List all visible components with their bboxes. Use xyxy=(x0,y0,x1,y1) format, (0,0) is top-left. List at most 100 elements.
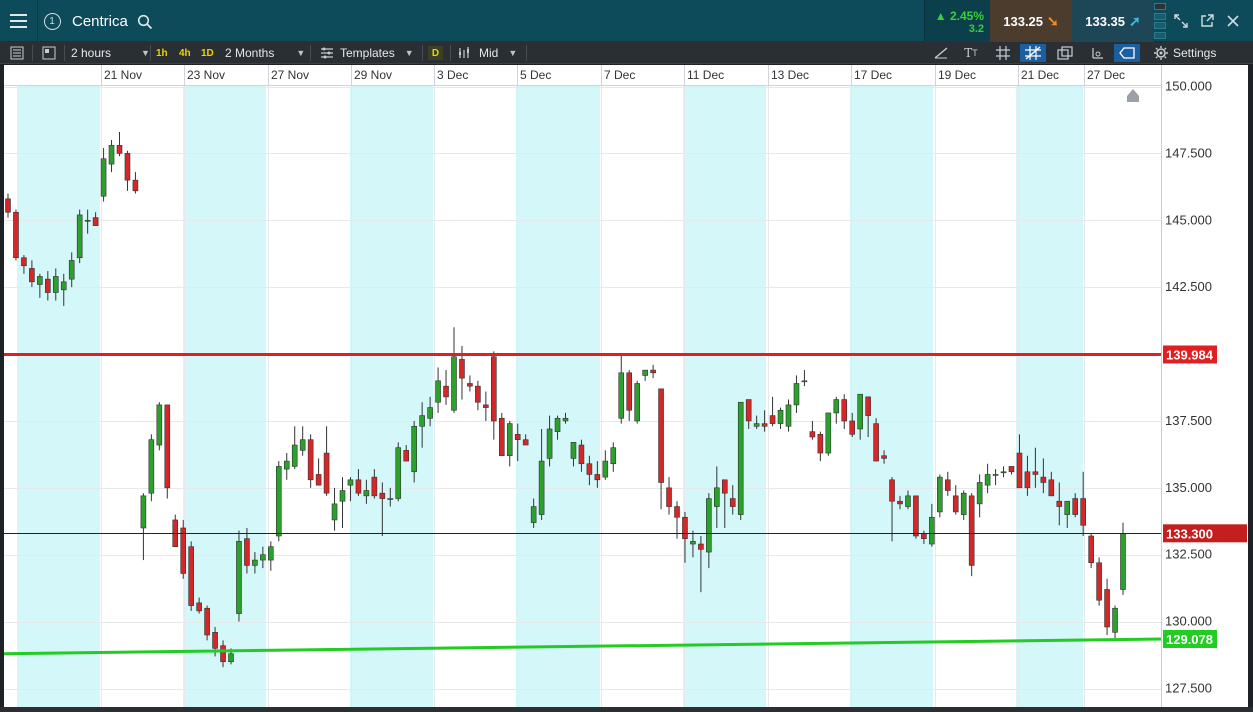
candle-down xyxy=(1032,471,1039,475)
candle-down xyxy=(1096,562,1102,601)
candle-down xyxy=(1072,498,1079,515)
date-tick-label: 13 Dec xyxy=(771,68,809,82)
compare-icon[interactable] xyxy=(1052,44,1078,62)
candle-down xyxy=(626,372,633,411)
chart-toolbar: 2 hours ▼ 1h 4h 1D 2 Months ▼ Templates … xyxy=(0,42,1253,64)
candle-up xyxy=(1120,533,1126,590)
candle-up xyxy=(642,369,648,376)
text-tool-icon[interactable]: TT xyxy=(958,44,984,62)
candle-down xyxy=(1080,498,1086,526)
candle-down xyxy=(124,153,131,181)
settings-button[interactable]: Settings xyxy=(1173,42,1216,64)
candle-up xyxy=(825,412,832,454)
popout-icon[interactable] xyxy=(1196,10,1218,32)
candle-up xyxy=(929,516,935,545)
candle-down xyxy=(116,145,123,154)
candle-down xyxy=(188,546,194,606)
buy-price: 133.35 xyxy=(1085,13,1126,29)
price-type-selector[interactable]: Mid ▼ xyxy=(479,42,517,64)
layout-icon[interactable] xyxy=(36,44,62,62)
candle-down xyxy=(817,434,824,454)
candle-up xyxy=(347,479,354,486)
candle-up xyxy=(84,219,91,222)
close-icon[interactable] xyxy=(1222,10,1244,32)
date-tick-label: 5 Dec xyxy=(520,68,551,82)
candle-up xyxy=(419,415,425,427)
candle-down xyxy=(1040,476,1047,483)
date-tick-label: 3 Dec xyxy=(437,68,468,82)
candle-up xyxy=(506,423,513,457)
candle-down xyxy=(1024,471,1031,489)
candle-down xyxy=(873,423,879,462)
candle-up xyxy=(100,158,107,197)
buy-price-button[interactable]: 133.35 ➚ xyxy=(1072,0,1154,42)
sell-arrow-icon: ➘ xyxy=(1047,12,1059,29)
candle-up xyxy=(562,417,569,422)
candle-down xyxy=(889,479,895,502)
price-tick-label: 130.000 xyxy=(1165,614,1212,629)
candle-up xyxy=(570,442,577,459)
workspace-button[interactable]: 1 xyxy=(38,0,66,42)
candle-up xyxy=(451,356,457,411)
change-percent: ▲ 2.45% xyxy=(934,9,984,23)
non-trading-band xyxy=(1016,85,1083,708)
candle-up xyxy=(60,281,67,291)
sell-price: 133.25 xyxy=(1003,13,1044,29)
candle-down xyxy=(403,450,410,462)
candle-down xyxy=(29,268,35,283)
candle-down xyxy=(952,495,959,513)
candle-down xyxy=(841,399,848,422)
range-selector[interactable]: 2 Months ▼ xyxy=(225,42,305,64)
templates-dropdown[interactable]: Templates ▼ xyxy=(340,42,414,64)
chevron-down-icon: ▼ xyxy=(141,48,150,58)
price-chart[interactable]: 21 Nov 23 Nov 27 Nov 29 Nov 3 Dec 5 Dec 7 Dec 1… xyxy=(4,65,1248,708)
price-tick-label: 135.000 xyxy=(1165,480,1212,495)
date-tick-label: 19 Dec xyxy=(938,68,976,82)
candle-down xyxy=(1016,452,1023,489)
date-tick-label: 29 Nov xyxy=(354,68,392,82)
candle-up xyxy=(690,541,696,545)
candle-down xyxy=(944,479,951,491)
candle-up xyxy=(1112,607,1118,633)
date-tick-label: 23 Nov xyxy=(187,68,225,82)
candle-down xyxy=(204,607,210,636)
search-icon[interactable] xyxy=(137,14,153,30)
non-trading-band xyxy=(183,85,266,708)
price-label-icon[interactable] xyxy=(1114,44,1140,62)
hamburger-menu-icon[interactable] xyxy=(0,0,38,42)
interval-selector[interactable]: 2 hours ▼ xyxy=(71,42,150,64)
candle-down xyxy=(196,602,202,612)
candle-down xyxy=(913,495,919,537)
candle-down xyxy=(968,495,975,566)
candle-down xyxy=(769,415,776,424)
non-trading-band xyxy=(17,85,100,708)
draw-line-icon[interactable] xyxy=(928,44,954,62)
price-tick-label: 127.500 xyxy=(1165,681,1212,696)
gear-icon[interactable] xyxy=(1148,44,1174,62)
candle-down xyxy=(721,479,728,494)
interval-1h[interactable]: 1h xyxy=(156,42,168,64)
interval-1d[interactable]: 1D xyxy=(201,42,214,64)
list-view-icon[interactable] xyxy=(4,44,30,62)
instrument-name[interactable]: Centrica xyxy=(72,0,128,42)
interval-4h[interactable]: 4h xyxy=(179,42,191,64)
expand-icon[interactable] xyxy=(1170,10,1192,32)
candle-down xyxy=(379,492,386,499)
dividend-toggle[interactable]: D xyxy=(428,46,443,60)
interval-label: 2 hours xyxy=(71,46,112,60)
range-label: 2 Months xyxy=(225,46,275,60)
depth-indicator xyxy=(1154,3,1166,39)
crosshair-grid-icon[interactable] xyxy=(1020,44,1046,62)
sell-price-button[interactable]: 133.25 ➘ xyxy=(990,0,1072,42)
candle-down xyxy=(491,356,497,422)
candle-up xyxy=(602,460,609,478)
alert-icon[interactable] xyxy=(1084,44,1110,62)
candle-up xyxy=(793,383,800,406)
grid-icon[interactable] xyxy=(990,44,1016,62)
candle-up xyxy=(857,393,863,430)
candle-up xyxy=(76,214,83,259)
candle-down xyxy=(897,500,903,505)
candle-up xyxy=(714,487,720,507)
candle-down xyxy=(594,474,601,481)
resistance-price-tag: 139.984 xyxy=(1166,347,1214,362)
